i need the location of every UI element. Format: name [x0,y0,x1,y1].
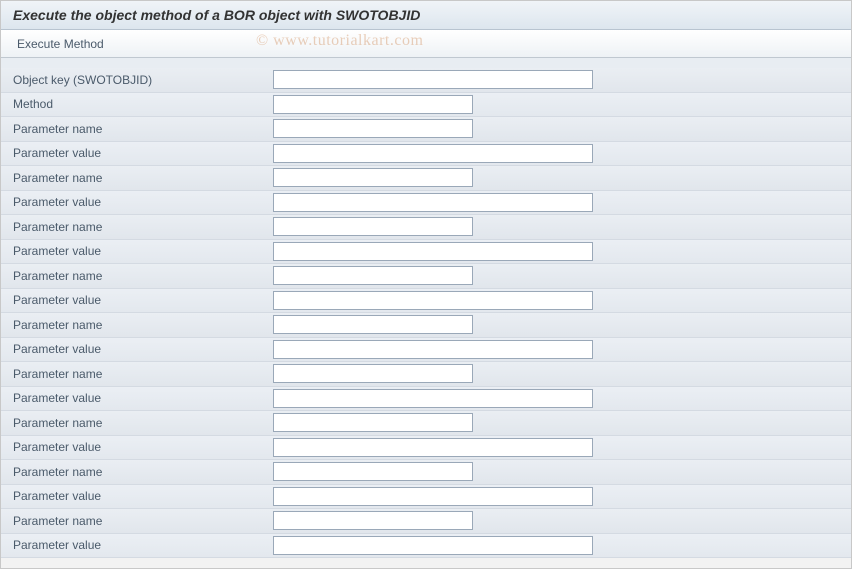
form-row: Object key (SWOTOBJID) [1,68,851,93]
field-label: Parameter name [13,416,273,430]
form-row: Parameter name [1,313,851,338]
field-input[interactable] [273,438,593,457]
field-input[interactable] [273,413,473,432]
field-input[interactable] [273,217,473,236]
field-label: Parameter name [13,122,273,136]
field-label: Parameter value [13,244,273,258]
field-input[interactable] [273,193,593,212]
field-label: Parameter value [13,391,273,405]
field-input[interactable] [273,462,473,481]
field-label: Parameter value [13,195,273,209]
field-label: Parameter name [13,514,273,528]
form-spacer [1,58,851,68]
field-label: Parameter value [13,538,273,552]
form-row: Parameter name [1,460,851,485]
field-input[interactable] [273,95,473,114]
field-input[interactable] [273,364,473,383]
form-row: Parameter value [1,240,851,265]
field-input[interactable] [273,119,473,138]
form-row: Parameter name [1,362,851,387]
title-bar: Execute the object method of a BOR objec… [1,1,851,30]
field-label: Parameter value [13,293,273,307]
field-label: Parameter name [13,367,273,381]
form-row: Parameter value [1,485,851,510]
field-input[interactable] [273,487,593,506]
field-label: Object key (SWOTOBJID) [13,73,273,87]
field-label: Parameter name [13,465,273,479]
form-row: Parameter name [1,264,851,289]
form-row: Parameter name [1,215,851,240]
field-input[interactable] [273,389,593,408]
field-input[interactable] [273,511,473,530]
form-row: Parameter value [1,436,851,461]
field-input[interactable] [273,315,473,334]
field-label: Parameter name [13,171,273,185]
field-label: Parameter value [13,440,273,454]
field-input[interactable] [273,70,593,89]
toolbar: Execute Method [1,30,851,58]
form-row: Parameter name [1,166,851,191]
form-row: Parameter value [1,142,851,167]
field-label: Method [13,97,273,111]
form-row: Method [1,93,851,118]
field-input[interactable] [273,144,593,163]
form-row: Parameter value [1,338,851,363]
form-area: Object key (SWOTOBJID) Method Parameter na… [1,58,851,558]
form-row: Parameter value [1,289,851,314]
execute-method-button[interactable]: Execute Method [13,35,108,53]
field-input[interactable] [273,168,473,187]
field-label: Parameter name [13,269,273,283]
form-row: Parameter value [1,191,851,216]
form-row: Parameter name [1,411,851,436]
field-input[interactable] [273,340,593,359]
field-input[interactable] [273,291,593,310]
field-label: Parameter name [13,318,273,332]
field-label: Parameter value [13,146,273,160]
field-input[interactable] [273,266,473,285]
form-row: Parameter name [1,117,851,142]
form-row: Parameter value [1,387,851,412]
field-label: Parameter value [13,489,273,503]
field-input[interactable] [273,536,593,555]
form-row: Parameter name [1,509,851,534]
field-label: Parameter name [13,220,273,234]
field-input[interactable] [273,242,593,261]
field-label: Parameter value [13,342,273,356]
page-title: Execute the object method of a BOR objec… [13,7,420,23]
form-row: Parameter value [1,534,851,559]
